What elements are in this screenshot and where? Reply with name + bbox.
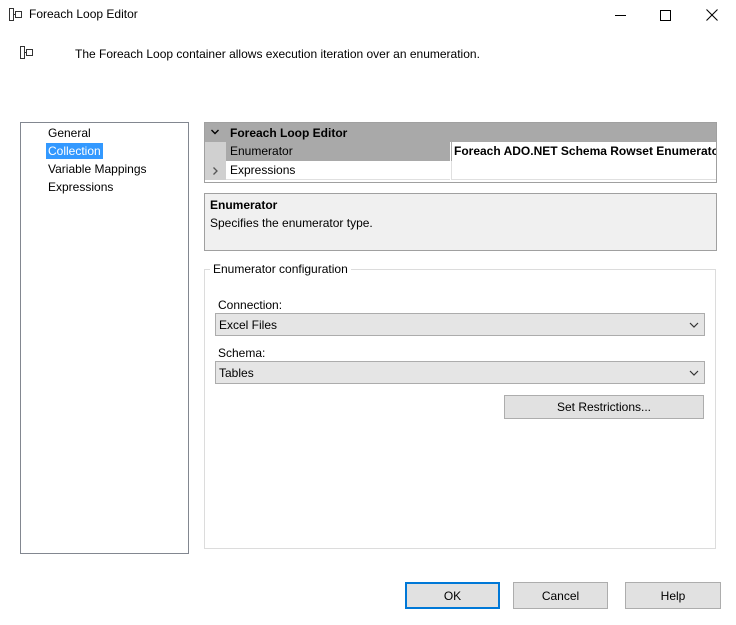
property-grid: Foreach Loop Editor Enumerator Foreach A… — [204, 122, 717, 183]
ok-button[interactable]: OK — [405, 582, 500, 609]
schema-label: Schema: — [218, 346, 266, 360]
set-restrictions-button[interactable]: Set Restrictions... — [504, 395, 704, 419]
nav-item-collection[interactable]: Collection — [46, 143, 103, 159]
nav-item-expressions[interactable]: Expressions — [46, 179, 115, 195]
minimize-button[interactable] — [598, 0, 642, 30]
connection-value: Excel Files — [219, 318, 278, 332]
property-grid-category[interactable]: Foreach Loop Editor — [205, 123, 716, 142]
chevron-down-icon[interactable] — [210, 127, 220, 137]
chevron-right-icon[interactable] — [211, 166, 220, 176]
enumerator-value[interactable]: Foreach ADO.NET Schema Rowset Enumerator — [451, 142, 716, 161]
property-description-panel: Enumerator Specifies the enumerator type… — [204, 193, 717, 251]
cancel-button[interactable]: Cancel — [513, 582, 608, 609]
page-navigation: General Collection Variable Mappings Exp… — [20, 122, 189, 554]
schema-combobox[interactable]: Tables — [215, 361, 705, 384]
close-icon — [706, 9, 718, 21]
property-name[interactable]: Expressions — [226, 161, 450, 180]
property-row-expressions[interactable]: Expressions — [205, 161, 716, 180]
property-name[interactable]: Enumerator — [226, 142, 450, 161]
maximize-button[interactable] — [643, 0, 687, 30]
row-margin — [205, 161, 226, 180]
category-label: Foreach Loop Editor — [230, 126, 348, 140]
maximize-icon — [659, 9, 671, 21]
connection-label: Connection: — [218, 298, 283, 312]
chevron-down-icon — [689, 370, 699, 376]
description-title: Enumerator — [210, 198, 278, 212]
expressions-value[interactable] — [451, 161, 716, 180]
minimize-icon — [614, 14, 626, 16]
connection-combobox[interactable]: Excel Files — [215, 313, 705, 336]
group-label: Enumerator configuration — [210, 262, 351, 276]
header-description: The Foreach Loop container allows execut… — [75, 47, 480, 61]
property-row-enumerator[interactable]: Enumerator Foreach ADO.NET Schema Rowset… — [205, 142, 716, 161]
foreach-loop-icon — [9, 8, 22, 21]
help-button[interactable]: Help — [625, 582, 721, 609]
description-text: Specifies the enumerator type. — [210, 216, 373, 230]
chevron-down-icon — [689, 322, 699, 328]
window-title: Foreach Loop Editor — [29, 7, 138, 21]
schema-value: Tables — [219, 366, 254, 380]
close-button[interactable] — [690, 0, 734, 30]
nav-item-variable-mappings[interactable]: Variable Mappings — [46, 161, 149, 177]
foreach-loop-header-icon — [20, 46, 33, 59]
row-margin — [205, 142, 226, 161]
nav-item-general[interactable]: General — [46, 125, 93, 141]
